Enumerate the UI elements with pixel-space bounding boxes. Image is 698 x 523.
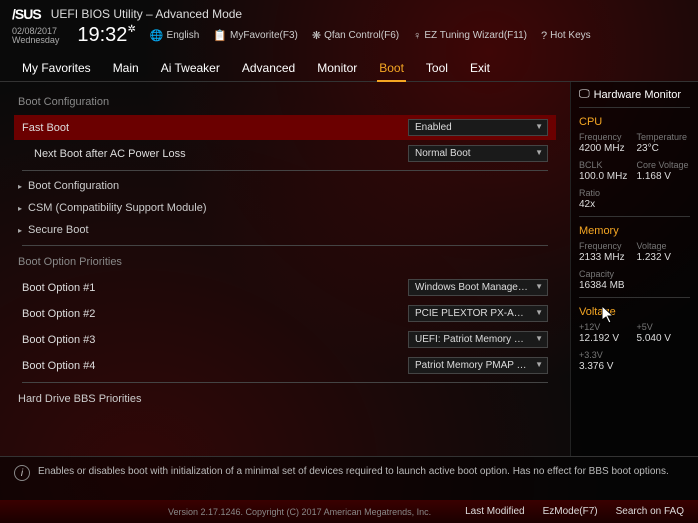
last-modified-button[interactable]: Last Modified	[465, 506, 524, 517]
tab-my-favorites[interactable]: My Favorites	[20, 57, 93, 81]
tab-exit[interactable]: Exit	[468, 57, 492, 81]
voltage-3v3: 3.376 V	[579, 361, 633, 372]
tab-boot[interactable]: Boot	[377, 57, 406, 81]
fast-boot-row[interactable]: Fast Boot Enabled	[14, 115, 556, 140]
ezmode-button[interactable]: EzMode(F7)	[543, 506, 598, 517]
fast-boot-dropdown[interactable]: Enabled	[408, 119, 548, 136]
next-boot-label: Next Boot after AC Power Loss	[22, 148, 186, 160]
app-title: UEFI BIOS Utility – Advanced Mode	[51, 7, 242, 21]
next-boot-row[interactable]: Next Boot after AC Power Loss Normal Boo…	[14, 141, 556, 166]
chevron-right-icon: ▸	[18, 182, 22, 191]
tab-main[interactable]: Main	[111, 57, 141, 81]
cpu-bclk: 100.0 MHz	[579, 171, 633, 182]
cpu-temperature: 23°C	[637, 143, 691, 154]
globe-icon: 🌐	[150, 29, 164, 42]
chevron-right-icon: ▸	[18, 226, 22, 235]
clock-settings-icon[interactable]: ✲	[127, 24, 135, 35]
tab-tool[interactable]: Tool	[424, 57, 450, 81]
memory-heading: Memory	[579, 225, 690, 237]
help-bar: i Enables or disables boot with initiali…	[0, 456, 698, 500]
boot-option-3-dropdown[interactable]: UEFI: Patriot Memory PMAP, Pa	[408, 331, 548, 348]
cpu-ratio: 42x	[579, 199, 633, 210]
cpu-frequency: 4200 MHz	[579, 143, 633, 154]
wizard-icon: ♀	[413, 30, 421, 42]
header: /SUS UEFI BIOS Utility – Advanced Mode 0…	[0, 0, 698, 51]
clock-time: 19:32✲	[77, 24, 135, 47]
datetime-block: 02/08/2017 Wednesday	[12, 27, 59, 45]
fast-boot-label: Fast Boot	[22, 122, 69, 134]
version-text: Version 2.17.1246. Copyright (C) 2017 Am…	[134, 507, 465, 517]
boot-priorities-heading: Boot Option Priorities	[14, 250, 556, 274]
divider	[22, 170, 548, 171]
boot-config-heading: Boot Configuration	[14, 90, 556, 114]
boot-option-1-dropdown[interactable]: Windows Boot Manager (SATA60	[408, 279, 548, 296]
myfavorite-button[interactable]: 📋MyFavorite(F3)	[213, 29, 298, 42]
tab-advanced[interactable]: Advanced	[240, 57, 297, 81]
csm-expand[interactable]: ▸CSM (Compatibility Support Module)	[14, 197, 556, 219]
boot-option-2-dropdown[interactable]: PCIE PLEXTOR PX-AG256M6e (2	[408, 305, 548, 322]
fan-icon: ❋	[312, 29, 321, 42]
tab-monitor[interactable]: Monitor	[315, 57, 359, 81]
boot-option-3-row[interactable]: Boot Option #3 UEFI: Patriot Memory PMAP…	[14, 327, 556, 352]
voltage-5v: 5.040 V	[637, 333, 691, 344]
boot-option-4-row[interactable]: Boot Option #4 Patriot Memory PMAP (3053…	[14, 353, 556, 378]
monitor-icon: 🖵	[579, 88, 590, 101]
tab-ai-tweaker[interactable]: Ai Tweaker	[159, 57, 222, 81]
hardware-monitor-panel: 🖵Hardware Monitor CPU Frequency4200 MHz …	[570, 82, 698, 456]
mem-frequency: 2133 MHz	[579, 252, 633, 263]
divider	[22, 245, 548, 246]
tab-bar: My Favorites Main Ai Tweaker Advanced Mo…	[0, 51, 698, 82]
eztuning-button[interactable]: ♀EZ Tuning Wizard(F11)	[413, 30, 527, 42]
help-text: Enables or disables boot with initializa…	[38, 465, 669, 478]
divider	[22, 382, 548, 383]
favorite-icon: 📋	[213, 29, 227, 42]
hotkeys-icon: ?	[541, 30, 547, 42]
boot-option-1-row[interactable]: Boot Option #1 Windows Boot Manager (SAT…	[14, 275, 556, 300]
language-button[interactable]: 🌐English	[150, 29, 200, 42]
hw-monitor-title: 🖵Hardware Monitor	[579, 88, 690, 108]
hotkeys-button[interactable]: ?Hot Keys	[541, 30, 591, 42]
mem-capacity: 16384 MB	[579, 280, 633, 291]
cpu-heading: CPU	[579, 116, 690, 128]
qfan-button[interactable]: ❋Qfan Control(F6)	[312, 29, 399, 42]
hdd-bbs-row[interactable]: Hard Drive BBS Priorities	[14, 387, 556, 411]
cpu-core-voltage: 1.168 V	[637, 171, 691, 182]
boot-option-4-dropdown[interactable]: Patriot Memory PMAP (30536)	[408, 357, 548, 374]
boot-option-2-row[interactable]: Boot Option #2 PCIE PLEXTOR PX-AG256M6e …	[14, 301, 556, 326]
boot-config-expand[interactable]: ▸Boot Configuration	[14, 175, 556, 197]
day-text: Wednesday	[12, 36, 59, 45]
search-faq-button[interactable]: Search on FAQ	[616, 506, 684, 517]
brand-logo: /SUS	[12, 6, 41, 22]
voltage-12v: 12.192 V	[579, 333, 633, 344]
next-boot-dropdown[interactable]: Normal Boot	[408, 145, 548, 162]
secure-boot-expand[interactable]: ▸Secure Boot	[14, 219, 556, 241]
info-icon: i	[14, 465, 30, 481]
mem-voltage: 1.232 V	[637, 252, 691, 263]
voltage-heading: Voltage	[579, 306, 690, 318]
chevron-right-icon: ▸	[18, 204, 22, 213]
footer: Version 2.17.1246. Copyright (C) 2017 Am…	[0, 500, 698, 523]
content-pane: Boot Configuration Fast Boot Enabled Nex…	[0, 82, 570, 456]
